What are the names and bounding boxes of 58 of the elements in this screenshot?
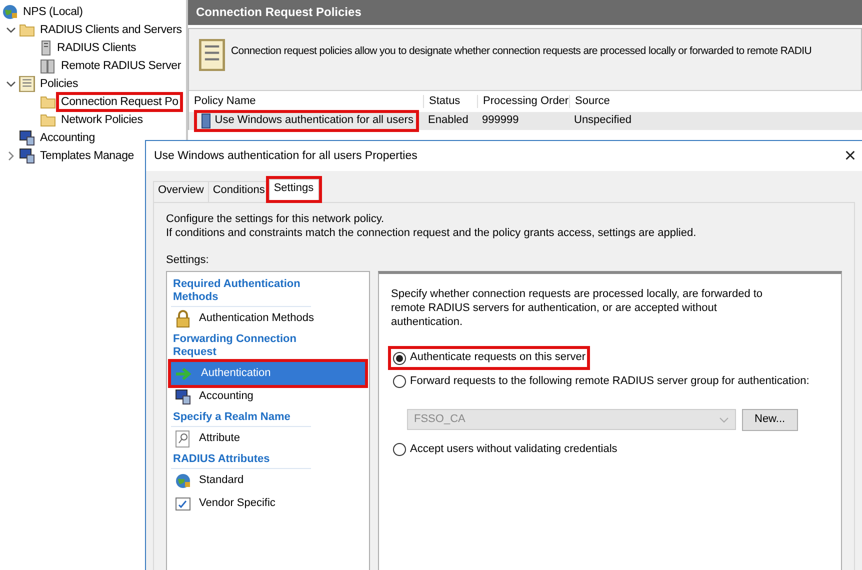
scroll-icon	[19, 76, 35, 92]
description-text: Specify whether connection requests are processed locally, are forwarded to remote RADIUS servers for authentication, or are accepted without authentication.	[391, 288, 764, 330]
dialog-title: Use Windows authentication for all users Properties	[154, 148, 418, 164]
settings-label: Settings:	[166, 254, 209, 268]
settings-item[interactable]: Accounting	[171, 385, 365, 408]
settings-item[interactable]: Vendor Specific	[171, 492, 365, 515]
policy-icon	[200, 113, 212, 129]
folder-icon	[40, 95, 56, 109]
computer-icon	[19, 130, 35, 146]
arrow-icon	[175, 366, 193, 380]
description-text: Connection request policies allow you to designate whether connection requests are processed locally or forwarded to remote RADIU	[231, 44, 812, 59]
tree-item[interactable]: Accounting	[38, 130, 97, 146]
close-button[interactable]: ×	[838, 146, 862, 166]
globe-icon	[2, 4, 18, 20]
scroll-icon	[199, 39, 225, 71]
tree-item[interactable]: Policies	[38, 76, 80, 92]
tab[interactable]: Settings	[268, 179, 319, 200]
intro-text: Configure the settings for this network policy.	[166, 212, 386, 226]
table-cell-text: Enabled	[427, 114, 470, 128]
tree-item[interactable]: Network Policies	[59, 112, 145, 128]
pane-title: Connection Request Policies	[188, 0, 862, 25]
tab[interactable]: Overview	[153, 181, 209, 202]
tree-item[interactable]: Templates Manage	[38, 148, 136, 164]
column-header[interactable]: Processing Order	[477, 94, 569, 108]
radio-option[interactable]: Forward requests to the following remote RADIUS server group for authentication:	[391, 373, 812, 391]
radio-option[interactable]: Accept users without validating credentials	[391, 440, 620, 458]
settings-item[interactable]: Authentication Methods	[171, 307, 365, 330]
computer-icon	[19, 148, 35, 164]
globe-icon	[175, 472, 191, 488]
policy-row-name[interactable]: Use Windows authentication for all users	[197, 113, 416, 129]
settings-item[interactable]: Authentication	[171, 362, 365, 385]
radio-option[interactable]: Authenticate requests on this server	[391, 349, 588, 367]
new-button[interactable]: New...	[742, 408, 798, 431]
folder-icon	[19, 23, 35, 37]
intro-text: If conditions and constraints match the connection request and the policy grants access, settings are applied.	[166, 226, 698, 240]
section-header: Required Authentication Methods	[171, 275, 311, 307]
column-header[interactable]: Status	[423, 94, 477, 108]
folder-icon	[40, 113, 56, 127]
tree-item[interactable]: RADIUS Clients	[55, 40, 138, 56]
checkbox-icon	[175, 496, 191, 510]
column-header[interactable]: Policy Name	[189, 94, 423, 108]
magnifier-icon	[175, 430, 191, 448]
lock-icon	[175, 310, 191, 328]
table-cell-text: 999999	[481, 114, 520, 128]
tree-item[interactable]: NPS (Local)	[21, 4, 85, 20]
section-header: RADIUS Attributes	[171, 450, 311, 469]
computer-icon	[175, 388, 191, 404]
tree-item[interactable]: RADIUS Clients and Servers	[38, 22, 184, 38]
section-header: Specify a Realm Name	[171, 408, 311, 427]
servers-icon	[40, 58, 56, 74]
settings-item[interactable]: Attribute	[171, 427, 365, 450]
settings-item[interactable]: Standard	[171, 469, 365, 492]
table-cell-text: Unspecified	[573, 114, 632, 128]
tree-item[interactable]: Remote RADIUS Server	[59, 58, 183, 74]
caret-icon	[719, 416, 729, 423]
column-header[interactable]: Source	[569, 94, 669, 108]
tree-item[interactable]: Connection Request Po	[59, 94, 180, 110]
server-icon	[40, 40, 52, 56]
